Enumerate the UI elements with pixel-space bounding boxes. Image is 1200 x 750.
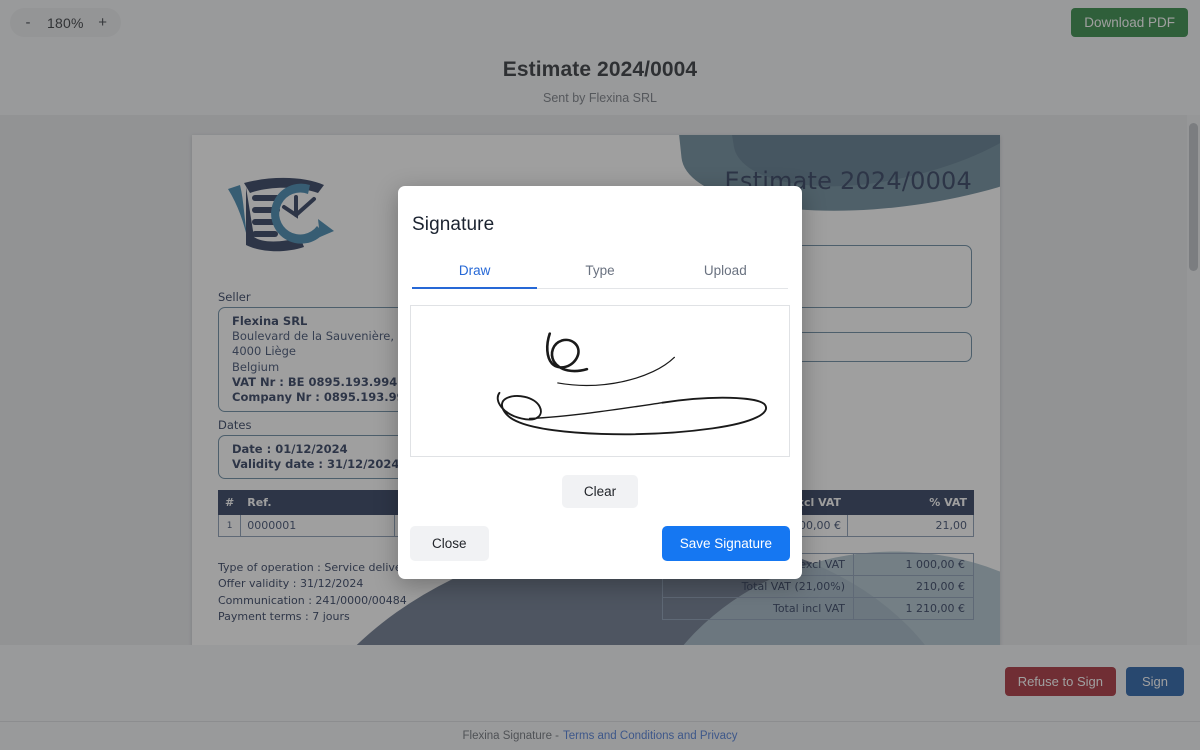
signature-draw-canvas[interactable] — [410, 305, 790, 457]
tab-draw[interactable]: Draw — [412, 256, 538, 289]
save-signature-button[interactable]: Save Signature — [661, 526, 790, 561]
clear-row: Clear — [398, 475, 802, 508]
tab-type[interactable]: Type — [537, 256, 662, 289]
modal-title: Signature — [412, 214, 495, 235]
close-button[interactable]: Close — [410, 526, 489, 561]
clear-signature-button[interactable]: Clear — [561, 475, 639, 508]
signature-modal: Signature Draw Type Upload Clear Close S… — [398, 186, 802, 579]
signature-mode-tabs: Draw Type Upload — [412, 256, 788, 289]
tab-upload[interactable]: Upload — [663, 256, 788, 289]
modal-footer: Close Save Signature — [410, 526, 790, 561]
signature-stroke-icon — [496, 332, 767, 436]
